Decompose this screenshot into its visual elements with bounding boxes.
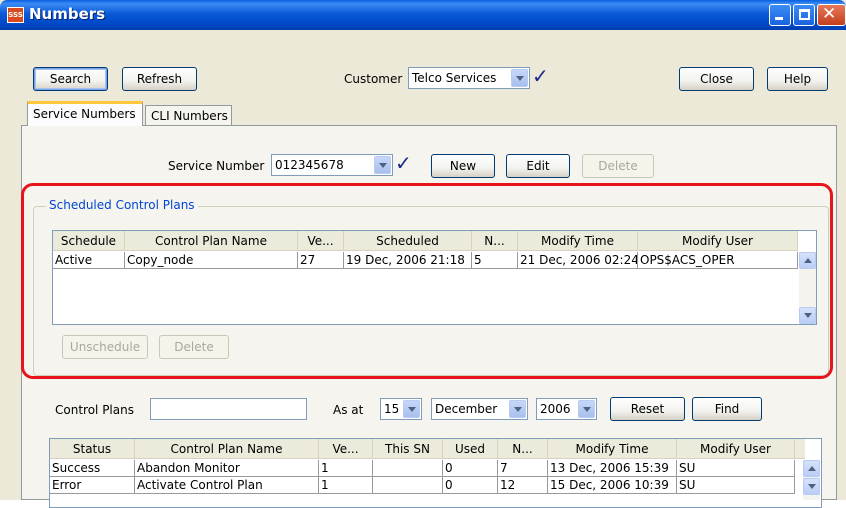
table-row[interactable]: Error Activate Control Plan 1 0 12 15 De…: [50, 477, 795, 494]
column-header[interactable]: Scheduled: [344, 231, 472, 251]
search-button[interactable]: Search: [33, 67, 108, 91]
column-header[interactable]: N...: [472, 231, 518, 251]
new-button[interactable]: New: [431, 154, 495, 178]
delete-scheduled-button[interactable]: Delete: [159, 335, 229, 359]
close-icon: ✕: [822, 4, 837, 24]
column-header[interactable]: Schedule: [53, 231, 125, 251]
tab-service-numbers[interactable]: Service Numbers: [27, 101, 143, 126]
chevron-down-icon[interactable]: [374, 156, 391, 174]
cell-schedule: Active: [53, 252, 125, 269]
scheduled-title: Scheduled Control Plans: [46, 198, 198, 212]
scheduled-table: Schedule Control Plan Name Ve... Schedul…: [52, 230, 817, 325]
help-button[interactable]: Help: [767, 67, 828, 91]
control-plans-scrollbar[interactable]: [803, 460, 820, 500]
column-header[interactable]: Ve...: [298, 231, 344, 251]
minimize-icon: [775, 17, 783, 20]
column-header[interactable]: Status: [50, 439, 135, 459]
column-header[interactable]: This SN: [373, 439, 443, 459]
customer-select[interactable]: Telco Services: [408, 67, 530, 89]
scroll-up-icon[interactable]: [803, 460, 820, 477]
cell-modify-time: 13 Dec, 2006 15:39: [548, 460, 677, 477]
day-select[interactable]: 15: [380, 398, 422, 420]
cell-status: Success: [50, 460, 135, 477]
scroll-up-icon[interactable]: [799, 252, 816, 269]
service-number-select[interactable]: 012345678: [271, 154, 393, 176]
title-bar[interactable]: SSS Numbers ✕: [0, 0, 846, 30]
scheduled-control-plans-group: Scheduled Control Plans Schedule Control…: [33, 198, 829, 376]
tab-cli-numbers[interactable]: CLI Numbers: [145, 105, 232, 127]
column-header[interactable]: Control Plan Name: [135, 439, 319, 459]
control-plans-table-header: Status Control Plan Name Ve... This SN U…: [50, 439, 805, 459]
app-icon: SSS: [7, 7, 24, 23]
cell-modify-time: 15 Dec, 2006 10:39: [548, 477, 677, 494]
cell-used: 0: [443, 460, 498, 477]
edit-button[interactable]: Edit: [506, 154, 570, 178]
scheduled-scrollbar[interactable]: [799, 252, 816, 324]
column-header[interactable]: Modify User: [638, 231, 798, 251]
window-title: Numbers: [29, 5, 106, 23]
customer-check-icon: ✓: [532, 64, 549, 88]
service-number-check-icon: ✓: [395, 151, 412, 175]
control-plans-filter-input[interactable]: [150, 398, 307, 420]
cell-modify-user: SU: [677, 460, 795, 477]
cell-n: 12: [498, 477, 548, 494]
customer-label: Customer: [344, 72, 403, 86]
refresh-button[interactable]: Refresh: [122, 67, 197, 91]
cell-this-sn: [373, 460, 443, 477]
find-button[interactable]: Find: [692, 397, 762, 421]
cell-control-plan-name: Abandon Monitor: [135, 460, 319, 477]
cell-control-plan-name: Activate Control Plan: [135, 477, 319, 494]
chevron-down-icon[interactable]: [509, 400, 526, 418]
unschedule-button[interactable]: Unschedule: [62, 335, 148, 359]
column-header[interactable]: Modify Time: [518, 231, 638, 251]
table-row[interactable]: Active Copy_node 27 19 Dec, 2006 21:18 5…: [53, 252, 798, 269]
close-window-button[interactable]: ✕: [817, 4, 846, 26]
cell-modify-time: 21 Dec, 2006 02:24: [518, 252, 638, 269]
column-header[interactable]: N...: [498, 439, 548, 459]
column-header[interactable]: Modify Time: [548, 439, 677, 459]
cell-version: 1: [319, 460, 373, 477]
month-select[interactable]: December: [431, 398, 528, 420]
column-header[interactable]: Modify User: [677, 439, 795, 459]
chevron-down-icon[interactable]: [578, 400, 595, 418]
maximize-button[interactable]: [793, 4, 815, 26]
cell-n: 7: [498, 460, 548, 477]
cell-modify-user: OPS$ACS_OPER: [638, 252, 798, 269]
close-button[interactable]: Close: [679, 67, 754, 91]
scroll-down-icon[interactable]: [803, 478, 820, 495]
column-header[interactable]: Ve...: [319, 439, 373, 459]
column-header[interactable]: Used: [443, 439, 498, 459]
table-row[interactable]: Success Abandon Monitor 1 0 7 13 Dec, 20…: [50, 460, 795, 477]
cell-this-sn: [373, 477, 443, 494]
control-plans-label: Control Plans: [55, 403, 134, 417]
cell-version: 1: [319, 477, 373, 494]
control-plans-table: Status Control Plan Name Ve... This SN U…: [49, 438, 822, 508]
cell-n: 5: [472, 252, 518, 269]
chevron-down-icon[interactable]: [403, 400, 420, 418]
reset-button[interactable]: Reset: [610, 397, 685, 421]
scroll-down-icon[interactable]: [799, 307, 816, 324]
year-select[interactable]: 2006: [536, 398, 597, 420]
cell-control-plan-name: Copy_node: [125, 252, 298, 269]
delete-service-button[interactable]: Delete: [582, 154, 654, 178]
scheduled-table-header: Schedule Control Plan Name Ve... Schedul…: [53, 231, 798, 251]
column-header[interactable]: Control Plan Name: [125, 231, 298, 251]
numbers-window: SSS Numbers ✕ Search Refresh Customer Te…: [0, 0, 846, 508]
cell-used: 0: [443, 477, 498, 494]
as-at-label: As at: [333, 403, 364, 417]
service-numbers-panel: Service Number 012345678 ✓ New Edit Dele…: [21, 125, 837, 508]
cell-status: Error: [50, 477, 135, 494]
cell-modify-user: SU: [677, 477, 795, 494]
cell-version: 27: [298, 252, 344, 269]
service-number-label: Service Number: [168, 159, 265, 173]
maximize-icon: [799, 9, 810, 20]
chevron-down-icon[interactable]: [511, 69, 528, 87]
minimize-button[interactable]: [769, 4, 791, 26]
cell-scheduled: 19 Dec, 2006 21:18: [344, 252, 472, 269]
